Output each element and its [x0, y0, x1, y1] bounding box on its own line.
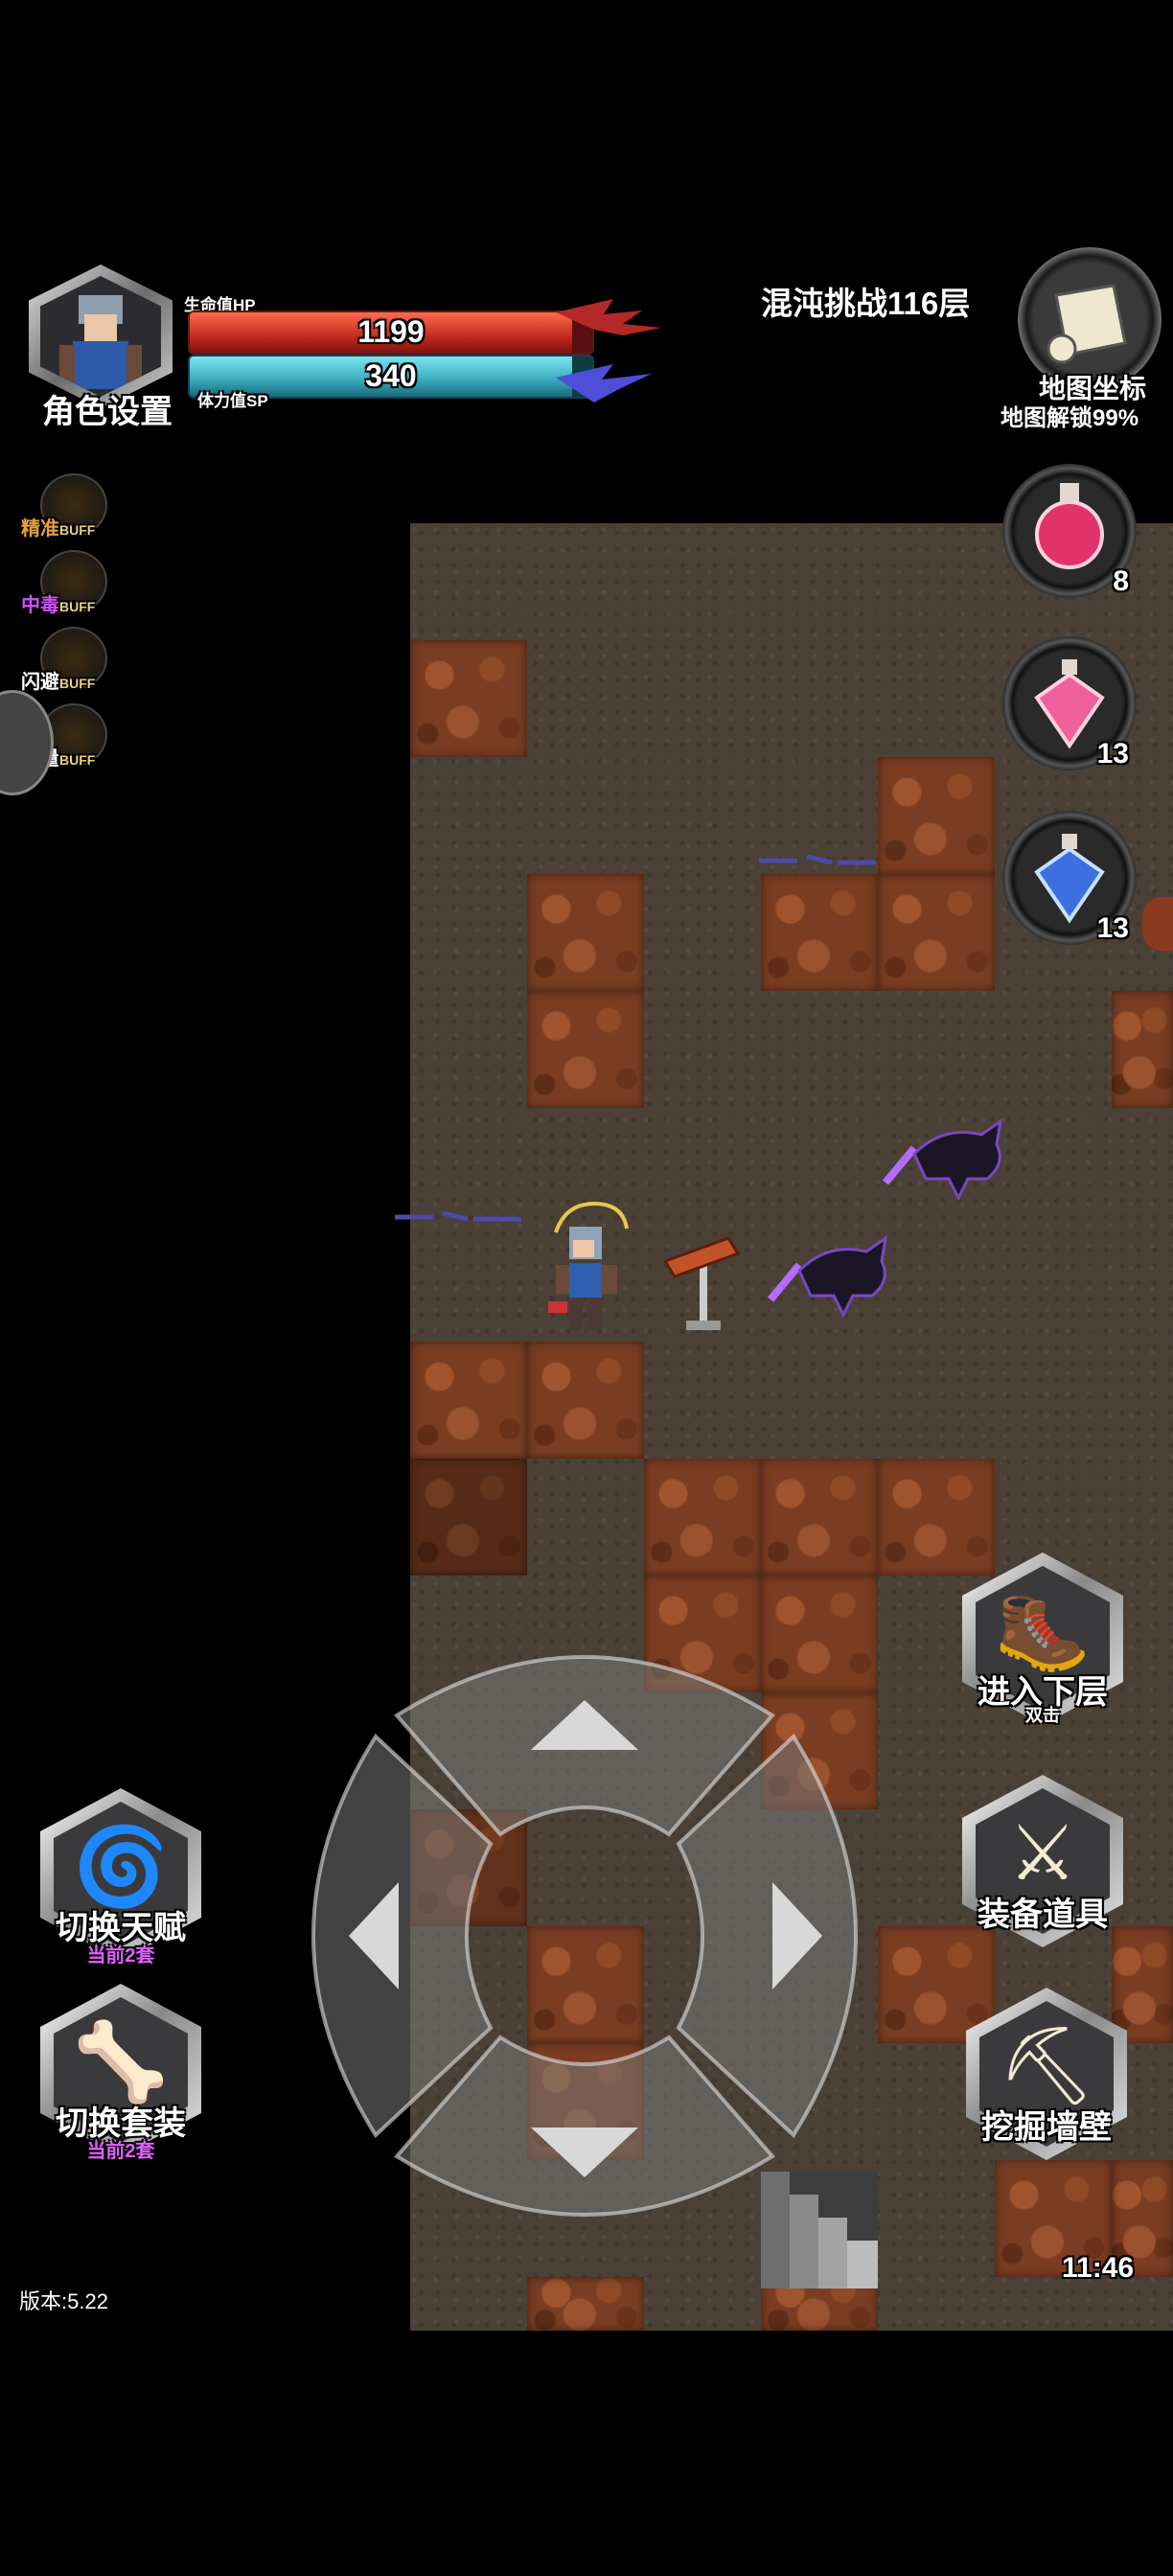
button-hint: 双击 [1025, 1706, 1060, 1725]
purple-trail-effect [759, 854, 876, 865]
buff-name: 中毒 [21, 595, 59, 616]
sp-bar-ornament-icon [556, 364, 652, 402]
rock-wall[interactable] [878, 874, 995, 991]
hp-bar: 1199 [188, 310, 594, 355]
health-potion-slot[interactable]: 8 [1002, 464, 1137, 598]
player-character[interactable] [540, 1194, 632, 1340]
switch-talent-button[interactable]: 🌀 切换天赋 当前2套 [33, 1788, 209, 1980]
rock-wall[interactable] [1112, 991, 1173, 1108]
clock: 11:46 [1062, 2252, 1135, 2284]
buff-poison[interactable]: 中毒BUFF [15, 550, 128, 617]
rock-wall[interactable] [644, 1459, 761, 1576]
rock-wall[interactable] [527, 1342, 644, 1459]
shadow-wolf-enemy[interactable] [876, 1116, 1010, 1208]
hp-value: 1199 [357, 314, 425, 349]
dig-wall-button[interactable]: ⛏ 挖掘墙壁 [958, 1988, 1135, 2179]
switch-outfit-button[interactable]: 🦴 切换套装 当前2套 [33, 1984, 209, 2175]
direction-pad[interactable] [289, 1637, 880, 2235]
level-title: 混沌挑战116层 [761, 286, 971, 321]
buff-name: 闪避 [21, 672, 59, 693]
enter-next-floor-button[interactable]: 🥾 进入下层 双击 [954, 1552, 1131, 1744]
rock-wall[interactable] [761, 1459, 878, 1576]
potion-count: 8 [1113, 565, 1129, 597]
blue-potion-slot[interactable]: 13 [1002, 811, 1137, 945]
map-unlock-label: 地图解锁99% [1000, 405, 1139, 431]
rock-wall[interactable] [878, 757, 995, 874]
equip-items-button[interactable]: ⚔ 装备道具 [954, 1775, 1131, 1966]
buff-tag: BUFF [59, 599, 96, 614]
rock-wall[interactable] [410, 640, 527, 757]
offscreen-enemy[interactable] [1142, 897, 1173, 951]
rock-wall[interactable] [410, 1342, 527, 1459]
character-portrait-icon [59, 295, 142, 389]
version-label: 版本:5.22 [19, 2289, 108, 2313]
buff-tag: BUFF [59, 676, 96, 691]
avatar [40, 276, 161, 397]
buff-dodge[interactable]: 闪避BUFF [15, 627, 128, 694]
button-label: 装备道具 [978, 1897, 1108, 1933]
signpost-icon[interactable] [661, 1229, 746, 1334]
purple-trail-effect [395, 1210, 521, 1222]
buff-name: 精准 [21, 518, 59, 540]
shadow-wolf-enemy[interactable] [761, 1232, 895, 1324]
pink-potion-slot[interactable]: 13 [1002, 636, 1137, 770]
buff-accuracy[interactable]: 精准BUFF [15, 473, 128, 540]
potion-count: 13 [1096, 912, 1129, 944]
rock-wall[interactable] [527, 991, 644, 1108]
rock-wall[interactable] [527, 2277, 644, 2331]
buff-tag: BUFF [59, 522, 96, 538]
button-sub: 当前2套 [86, 2141, 155, 2162]
potion-count: 13 [1096, 738, 1129, 770]
dpad-right[interactable] [676, 1733, 858, 2139]
rock-wall[interactable] [761, 874, 878, 991]
button-label: 挖掘墙壁 [981, 2109, 1112, 2146]
rock-wall[interactable] [410, 1459, 527, 1576]
dpad-left[interactable] [311, 1733, 494, 2139]
sp-label: 体力值SP [197, 392, 268, 410]
button-sub: 当前2套 [86, 1945, 155, 1966]
rock-wall[interactable] [527, 874, 644, 991]
character-settings-label: 角色设置 [42, 394, 172, 430]
buff-tag: BUFF [59, 752, 96, 768]
